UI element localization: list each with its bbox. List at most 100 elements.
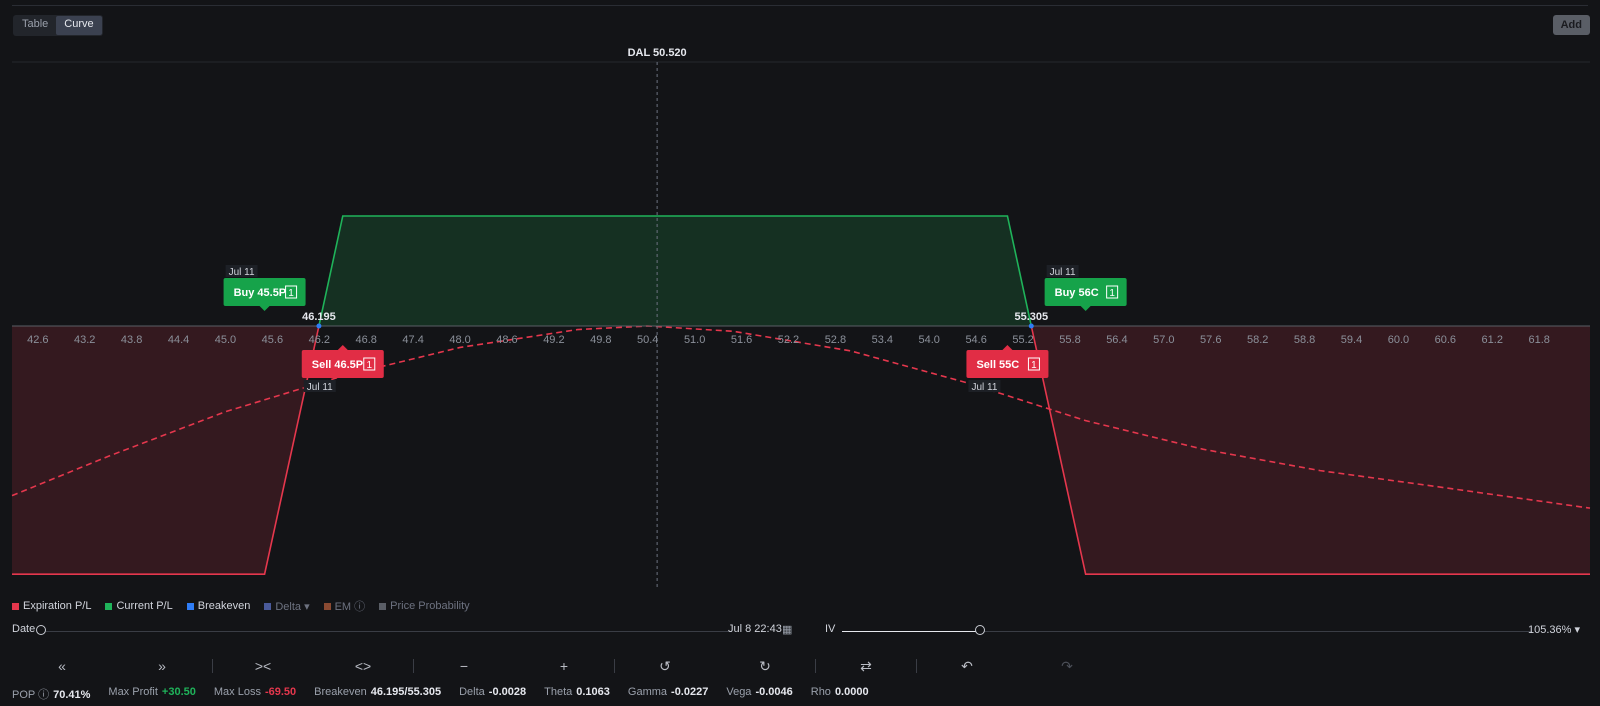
date-value: Jul 8 22:43 [728,623,782,635]
stat-item: Max Profit +30.50 [108,686,195,702]
stat-label: Rho [810,686,831,698]
legend-label: Current P/L [116,600,173,612]
stat-label: Max Loss [213,686,261,698]
x-tick-label: 60.6 [1435,334,1456,346]
breakeven-label: 55.305 [1014,311,1048,323]
x-tick-label: 51.6 [731,334,752,346]
x-tick-label: 48.6 [496,334,517,346]
x-tick-label: 46.2 [309,334,330,346]
leg-tag[interactable]: Sell 55C 1 Jul 11 [966,345,1049,393]
expand-icon[interactable]: <> [313,658,413,674]
legend-swatch [264,602,272,610]
date-slider-track[interactable] [46,631,732,632]
pl-chart[interactable]: 42.6 43.2 43.8 44.4 45.0 45.6 46.2 46.8 47.4 48.0… [0,40,1600,590]
redo-icon[interactable]: ↷ [1017,658,1117,675]
stat-value: 46.195/55.305 [370,686,442,698]
leg-date: Jul 11 [1050,267,1076,278]
history-forward-icon[interactable]: ↻ [715,658,815,675]
leg-tag[interactable]: Sell 46.5P 1 Jul 11 [301,345,384,393]
leg-tag-label: Buy 56C [1055,287,1099,299]
leg-tag[interactable]: Buy 56C 1 Jul 11 [1044,265,1127,311]
legend-item[interactable]: Current P/L [105,598,173,614]
date-slider-knob[interactable] [36,625,46,635]
history-back-icon[interactable]: ↺ [615,658,715,675]
iv-value-dropdown[interactable]: 105.36% ▾ [1528,623,1580,636]
leg-tag-pointer [1080,306,1091,311]
x-tick-label: 58.2 [1247,334,1268,346]
legend-label: Price Probability [390,600,470,612]
double-left-icon[interactable]: « [12,658,112,674]
double-right-icon[interactable]: » [112,658,212,674]
leg-date: Jul 11 [971,382,997,393]
stat-value: +30.50 [161,686,196,698]
leg-tag-pointer [1002,345,1013,350]
x-tick-label: 49.2 [543,334,564,346]
stat-value: 0.1063 [576,686,610,698]
iv-label: IV [825,623,836,635]
leg-tag[interactable]: Buy 45.5P 1 Jul 11 [223,265,306,311]
stat-item: Rho 0.0000 [811,686,869,702]
stat-label: POP ⓘ [12,689,50,701]
x-tick-label: 46.8 [356,334,377,346]
leg-qty: 1 [288,288,294,299]
x-tick-label: 59.4 [1341,334,1362,346]
x-tick-label: 55.8 [1059,334,1080,346]
legend-swatch [105,602,113,610]
stats-bar: POP ⓘ 70.41% Max Profit +30.50 Max Loss -69.5… [12,686,869,702]
stat-value: 0.0000 [834,686,869,698]
iv-slider-knob[interactable] [975,625,985,635]
legend-label: EM ⓘ [334,601,366,613]
stat-value: -0.0046 [755,686,793,698]
stat-item: Breakeven 46.195/55.305 [314,686,441,702]
x-tick-label: 53.4 [872,334,893,346]
x-tick-label: 52.2 [778,334,799,346]
loss-area-right [1031,326,1590,575]
legend-item[interactable]: EM ⓘ [323,598,366,614]
leg-tag-pointer [337,345,348,350]
legend-label: Expiration P/L [23,600,92,612]
calendar-icon[interactable]: ▦ [782,623,792,636]
date-label: Date [12,623,36,635]
leg-tag-pointer [259,306,270,311]
leg-qty: 1 [1031,360,1037,371]
breakeven-dot [1028,323,1034,329]
legend-swatch [379,602,387,610]
legend-label: Delta ▾ [275,600,310,613]
stat-label: Theta [544,686,573,698]
stat-label: Vega [726,686,752,698]
chart-legend: Expiration P/L Current P/L Breakeven Delta … [12,598,470,614]
stat-item: Theta 0.1063 [544,686,610,702]
x-tick-label: 57.6 [1200,334,1221,346]
table-view-button[interactable]: Table [14,16,56,35]
legend-item[interactable]: Breakeven [186,598,250,614]
leg-tag-label: Buy 45.5P [234,287,287,299]
stat-item: Gamma -0.0227 [628,686,708,702]
stat-item: Delta -0.0028 [459,686,526,702]
stat-label: Breakeven [314,686,367,698]
stat-item: Max Loss -69.50 [214,686,296,702]
profit-area [318,216,1032,326]
iv-slider-fill [842,631,980,632]
stat-value: -69.50 [264,686,297,698]
zoom-out-icon[interactable]: − [414,658,514,674]
stat-value: -0.0028 [488,686,527,698]
x-tick-label: 49.8 [590,334,611,346]
x-tick-label: 44.4 [168,334,189,346]
add-button[interactable]: Add [1552,15,1590,35]
x-tick-label: 47.4 [402,334,423,346]
legend-item[interactable]: Price Probability [379,598,470,614]
swap-icon[interactable]: ⇄ [816,658,916,675]
legend-item[interactable]: Expiration P/L [12,598,91,614]
zoom-in-icon[interactable]: + [514,658,614,674]
legend-item[interactable]: Delta ▾ [264,598,310,614]
x-tick-label: 45.0 [215,334,236,346]
undo-icon[interactable]: ↶ [917,658,1017,675]
collapse-icon[interactable]: >< [213,658,313,674]
stat-value: -0.0227 [671,686,709,698]
curve-view-button[interactable]: Curve [56,16,102,35]
x-tick-label: 54.6 [965,334,986,346]
leg-tag-label: Sell 55C [976,359,1019,371]
leg-tag-label: Sell 46.5P [312,359,363,371]
x-tick-label: 52.8 [825,334,846,346]
x-tick-label: 61.2 [1482,334,1503,346]
